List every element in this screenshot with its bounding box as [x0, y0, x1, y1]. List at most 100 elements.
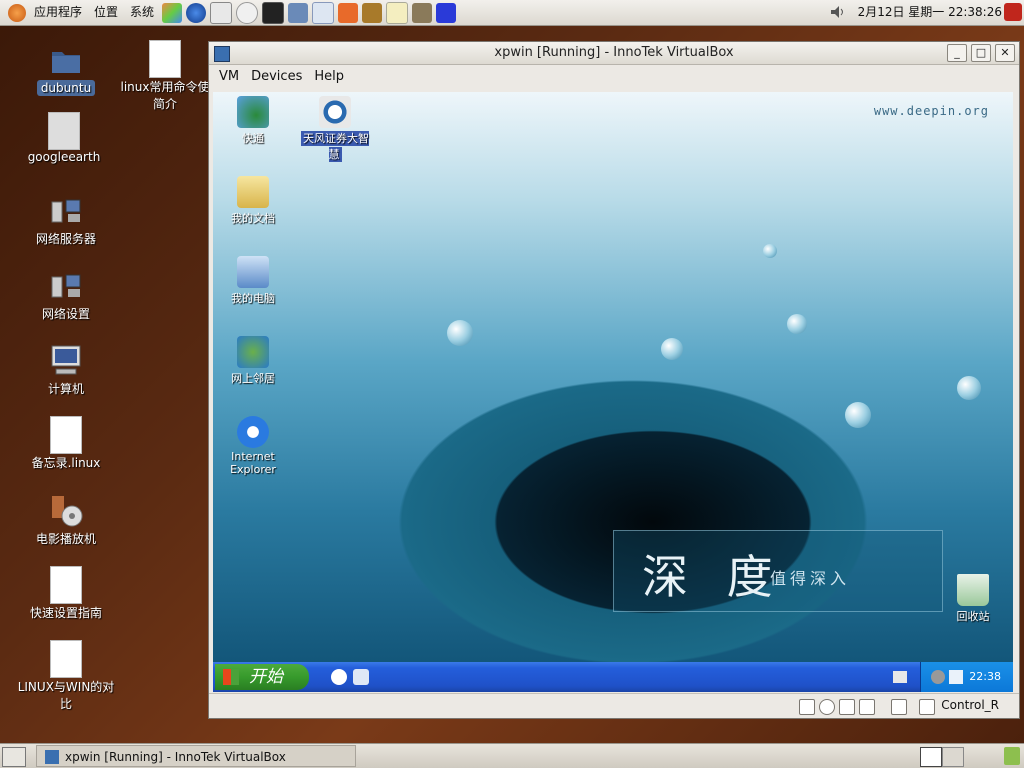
volume-icon[interactable] — [828, 3, 846, 21]
keyboard-icon[interactable] — [893, 671, 907, 683]
guest-icon-label: 回收站 — [956, 610, 990, 623]
water-drop — [763, 244, 777, 258]
close-button[interactable]: ✕ — [995, 44, 1015, 62]
guest-icon-my-documents[interactable]: 我的文档 — [213, 176, 293, 226]
recycle-bin-icon — [957, 574, 989, 606]
mouse-integration-icon[interactable] — [891, 699, 907, 715]
desktop-icon-label: 网络服务器 — [35, 232, 96, 246]
menu-system[interactable]: 系统 — [124, 0, 160, 25]
googleearth-icon — [46, 112, 82, 150]
gimp-launcher-icon[interactable] — [412, 2, 433, 23]
desktop-icon-movie-player[interactable]: 电影播放机 — [16, 492, 116, 547]
guest-icon-label: 天风证券大智慧 — [301, 131, 369, 162]
minimize-button[interactable]: _ — [947, 44, 967, 62]
menu-devices[interactable]: Devices — [245, 69, 308, 84]
host-key-label: Control_R — [941, 698, 999, 712]
desktop-icon-linux-vs-win[interactable]: LINUX与WIN的对比 — [16, 640, 116, 712]
guest-icon-my-computer[interactable]: 我的电脑 — [213, 256, 293, 306]
guest-icon-label: 快通 — [242, 132, 264, 145]
desktop-icon-label: linux常用命令使简介 — [120, 80, 210, 111]
text-editor-launcher-icon[interactable] — [386, 1, 409, 24]
guest-icon-network-places[interactable]: 网上邻居 — [213, 336, 293, 386]
desktop-icon-network-server[interactable]: 网络服务器 — [16, 192, 116, 247]
menu-help[interactable]: Help — [308, 69, 350, 84]
start-button[interactable]: 开始 — [215, 664, 309, 690]
notes-launcher-icon[interactable] — [436, 2, 457, 23]
network-server-icon — [48, 192, 84, 228]
quicklaunch-ie-icon[interactable] — [331, 669, 347, 685]
water-drop — [787, 314, 807, 334]
water-drop — [447, 320, 473, 346]
movie-player-icon — [48, 492, 84, 528]
guest-screen[interactable]: www.deepin.org 深 度 值得深入 快通 天风证券大智慧 我的文档 … — [213, 92, 1013, 692]
desktop-icon-label: 计算机 — [47, 382, 84, 396]
my-documents-icon — [237, 176, 269, 208]
quit-icon[interactable] — [1004, 3, 1022, 21]
taskbar-item-vbox[interactable]: xpwin [Running] - InnoTek VirtualBox — [36, 745, 356, 767]
host-key-icon[interactable] — [919, 699, 935, 715]
floppy-status-icon[interactable] — [799, 699, 815, 715]
virtualbox-app-icon[interactable] — [214, 46, 230, 62]
pdf-launcher-icon[interactable] — [338, 2, 359, 23]
guest-icon-label: 网上邻居 — [231, 372, 275, 385]
guest-icon-kuaitong[interactable]: 快通 — [213, 96, 293, 146]
desktop-icon-label: 网络设置 — [41, 307, 90, 321]
dictionary-launcher-icon[interactable] — [362, 2, 383, 23]
desktop-icon-computer[interactable]: 计算机 — [16, 342, 116, 397]
cdrom-status-icon[interactable] — [819, 699, 835, 715]
quicklaunch-show-desktop-icon[interactable] — [353, 669, 369, 685]
virtualbox-task-icon — [45, 750, 59, 764]
desktop-icon-linux-commands[interactable]: linux常用命令使简介 — [118, 40, 212, 112]
guest-icon-internet-explorer[interactable]: Internet Explorer — [213, 416, 293, 476]
terminal-launcher-icon[interactable] — [262, 1, 285, 24]
paint-launcher-icon[interactable] — [162, 2, 183, 23]
tray-app-icon[interactable] — [931, 670, 945, 684]
harddisk-status-icon[interactable] — [839, 699, 855, 715]
workspace-1[interactable] — [920, 747, 942, 767]
menu-places[interactable]: 位置 — [88, 0, 124, 25]
start-label: 开始 — [249, 667, 283, 687]
clock-launcher-icon[interactable] — [236, 1, 259, 24]
workspace-2[interactable] — [942, 747, 964, 767]
menu-applications[interactable]: 应用程序 — [28, 0, 88, 25]
menubar: VM Devices Help — [209, 65, 1019, 87]
network-launcher-icon[interactable] — [288, 2, 309, 23]
maximize-button[interactable]: □ — [971, 44, 991, 62]
desktop-icon-label: 电影播放机 — [35, 532, 96, 546]
desktop-icon-network-settings[interactable]: 网络设置 — [16, 267, 116, 322]
desktop-icon-memo[interactable]: 备忘录.linux — [16, 416, 116, 471]
vbox-statusbar: Control_R — [209, 693, 1019, 718]
water-drop — [957, 376, 981, 400]
ubuntu-logo-icon[interactable] — [8, 3, 26, 22]
bottom-panel: xpwin [Running] - InnoTek VirtualBox — [0, 743, 1024, 768]
mlauncher-icon[interactable] — [312, 1, 335, 24]
show-desktop-button[interactable] — [2, 747, 26, 767]
document-icon — [48, 416, 84, 454]
desktop-icon-label: 备忘录.linux — [31, 456, 101, 470]
desktop-icon-quick-setup[interactable]: 快速设置指南 — [16, 566, 116, 621]
guest-icon-stock-app[interactable]: 天风证券大智慧 — [295, 96, 375, 162]
mail-launcher-icon[interactable] — [210, 1, 233, 24]
tray-word-icon[interactable] — [949, 670, 963, 684]
window-titlebar[interactable]: xpwin [Running] - InnoTek VirtualBox _ □… — [209, 42, 1019, 65]
folder-icon — [48, 42, 84, 78]
guest-icon-label: 我的文档 — [231, 212, 275, 225]
network-status-icon[interactable] — [859, 699, 875, 715]
panel-clock[interactable]: 2月12日 星期一 22:38:26 — [858, 0, 1002, 25]
guest-icon-recycle-bin[interactable]: 回收站 — [933, 574, 1013, 624]
network-places-icon — [237, 336, 269, 368]
trash-icon[interactable] — [1004, 747, 1020, 765]
my-computer-icon — [237, 256, 269, 288]
desktop-icon-googleearth[interactable]: googleearth — [14, 112, 114, 164]
menu-vm[interactable]: VM — [213, 69, 245, 84]
desktop-icon-dubuntu[interactable]: dubuntu — [16, 42, 116, 96]
browser-launcher-icon[interactable] — [186, 2, 207, 23]
virtualbox-window[interactable]: xpwin [Running] - InnoTek VirtualBox _ □… — [208, 41, 1020, 719]
xp-taskbar: 开始 22:38 — [213, 662, 1013, 692]
water-drop — [845, 402, 871, 428]
network-settings-icon — [48, 267, 84, 303]
tray-clock[interactable]: 22:38 — [969, 670, 1001, 683]
document-icon — [48, 640, 84, 678]
system-tray: 22:38 — [920, 662, 1013, 692]
window-title: xpwin [Running] - InnoTek VirtualBox — [494, 45, 734, 60]
